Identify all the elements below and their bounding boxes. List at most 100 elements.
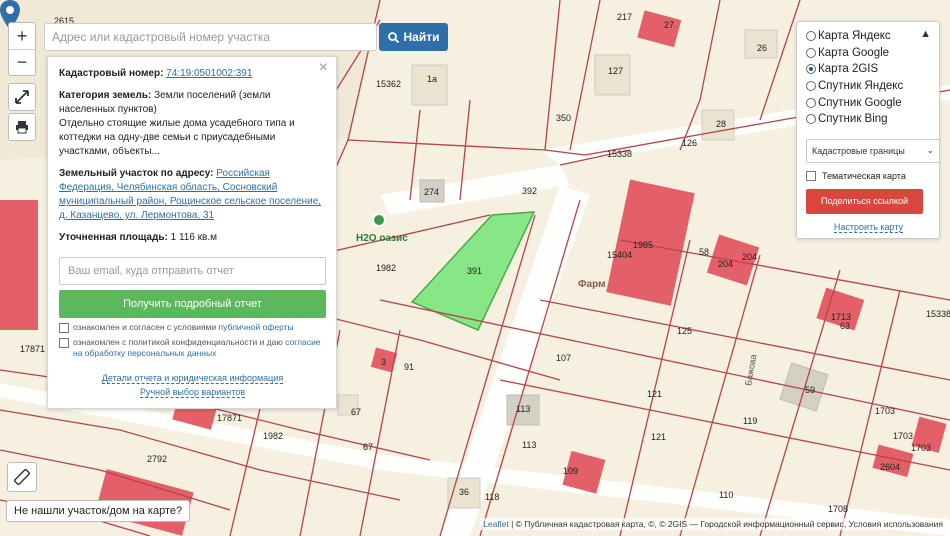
- layer-option-bing-satellite[interactable]: Спутник Bing: [806, 111, 931, 128]
- zoom-out-button[interactable]: −: [9, 49, 35, 75]
- map-label: 59: [805, 385, 816, 395]
- report-details-link[interactable]: Детали отчета и юридическая информация: [101, 373, 284, 384]
- poi-label[interactable]: H2O оазис: [356, 233, 408, 244]
- cadastral-number-link[interactable]: 74:19:0501002:391: [166, 68, 252, 79]
- map-label: 391: [467, 266, 483, 276]
- radio-yandex-satellite[interactable]: [806, 81, 816, 92]
- map-label: 58: [699, 247, 710, 257]
- leaflet-link[interactable]: Leaflet: [483, 519, 509, 529]
- search-button[interactable]: Найти: [379, 23, 448, 51]
- fullscreen-button[interactable]: [8, 83, 36, 111]
- map-label: 27: [664, 20, 675, 30]
- map-label: 1а: [427, 74, 438, 84]
- map-label: 126: [682, 138, 698, 148]
- offer-checkbox[interactable]: [59, 323, 69, 333]
- not-found-button[interactable]: Не нашли участок/дом на карте?: [6, 500, 191, 522]
- map-label: 91: [404, 362, 415, 372]
- map-label: 113: [516, 404, 531, 414]
- poi-icon[interactable]: [372, 213, 386, 227]
- ruler-button[interactable]: [7, 462, 37, 492]
- layer-option-2gis-map[interactable]: Карта 2GIS: [806, 61, 931, 78]
- land-category-row: Категория земель: Земли поселений (земли…: [59, 89, 326, 159]
- map-label: 110: [719, 490, 734, 500]
- map-label: 15404: [607, 250, 633, 260]
- zoom-control: + −: [8, 22, 36, 76]
- map-label: 67: [363, 442, 374, 452]
- search-input[interactable]: [44, 23, 377, 51]
- map-label: 2604: [880, 462, 901, 472]
- map-label: 1708: [828, 504, 849, 514]
- layer-label: Карта Яндекс: [818, 30, 891, 43]
- map-label: 127: [608, 66, 624, 76]
- map-label: 113: [522, 440, 537, 450]
- thematic-checkbox[interactable]: [806, 170, 816, 181]
- map-label: 392: [522, 186, 538, 196]
- layer-label: Спутник Bing: [818, 113, 888, 126]
- offer-link[interactable]: публичной оферты: [219, 322, 294, 332]
- layer-option-yandex-satellite[interactable]: Спутник Яндекс: [806, 78, 931, 95]
- ruler-icon: [14, 469, 30, 485]
- configure-map-link[interactable]: Настроить карту: [833, 221, 904, 233]
- share-link-button[interactable]: Поделиться ссылкой: [806, 188, 923, 214]
- map-label: 121: [647, 389, 663, 399]
- cadastral-number-row: Кадастровый номер: 74:19:0501002:391: [59, 67, 326, 81]
- get-report-button[interactable]: Получить подробный отчет: [59, 290, 326, 318]
- map-label: 1982: [263, 431, 284, 441]
- map-label: 3: [381, 357, 387, 367]
- map-label: 15338: [607, 149, 633, 159]
- attribution: Leaflet | © Публичная кадастровая карта,…: [480, 518, 946, 530]
- email-field[interactable]: [59, 257, 326, 285]
- search-button-label: Найти: [403, 30, 440, 44]
- map-label: 204: [718, 259, 734, 269]
- thematic-label: Тематическая карта: [822, 170, 906, 181]
- search-icon: [387, 31, 399, 43]
- offer-agreement: ознакомлен и согласен с условиями публич…: [59, 322, 326, 333]
- thematic-map-toggle[interactable]: Тематическая карта: [806, 170, 931, 181]
- area-row: Уточненная площадь: 1 116 кв.м: [59, 231, 326, 245]
- map-label: 274: [424, 187, 440, 197]
- layer-label: Спутник Яндекс: [818, 80, 904, 93]
- pharmacy-label[interactable]: Фарм: [578, 279, 605, 290]
- privacy-checkbox[interactable]: [59, 338, 69, 348]
- layer-option-google-satellite[interactable]: Спутник Google: [806, 94, 931, 111]
- map-label: 107: [556, 353, 572, 363]
- layer-label: Карта 2GIS: [818, 63, 879, 76]
- layer-option-yandex-map[interactable]: Карта Яндекс: [806, 28, 931, 45]
- map-label: 119: [743, 416, 758, 426]
- close-icon[interactable]: ×: [319, 60, 328, 76]
- cadastral-label: Кадастровый номер:: [59, 68, 164, 79]
- map-label: 15362: [376, 79, 402, 89]
- map-label: 26: [757, 43, 768, 53]
- radio-google-map[interactable]: [806, 47, 816, 58]
- radio-bing-satellite[interactable]: [806, 114, 816, 125]
- radio-yandex-map[interactable]: [806, 31, 816, 42]
- map-label: 63: [840, 321, 851, 331]
- privacy-text: ознакомлен с политикой конфиденциальност…: [73, 337, 286, 347]
- chevron-up-icon[interactable]: ▲: [920, 28, 931, 40]
- radio-google-satellite[interactable]: [806, 97, 816, 108]
- print-button[interactable]: [8, 113, 36, 141]
- zoom-in-button[interactable]: +: [9, 23, 35, 49]
- map-label: 17871: [217, 413, 243, 423]
- radio-2gis-map[interactable]: [806, 64, 816, 75]
- overlay-select[interactable]: Кадастровые границы ⌄: [806, 138, 940, 163]
- usage-text: Отдельно стоящие жилые дома усадебного т…: [59, 118, 295, 157]
- map-label: 121: [651, 432, 667, 442]
- map-label: 350: [556, 113, 572, 123]
- map-label: 1985: [633, 240, 654, 250]
- map-label: 15338: [926, 309, 950, 319]
- layer-option-google-map[interactable]: Карта Google: [806, 45, 931, 62]
- chevron-down-icon: ⌄: [926, 145, 934, 156]
- map-label: 125: [677, 326, 693, 336]
- map-label: 17871: [20, 344, 46, 354]
- map-label: 1703: [911, 443, 932, 453]
- fullscreen-icon: [9, 84, 35, 110]
- category-label: Категория земель:: [59, 90, 152, 101]
- manual-selection-link[interactable]: Ручной выбор вариантов: [139, 387, 246, 398]
- map-label: 36: [459, 487, 470, 497]
- layer-label: Карта Google: [818, 46, 890, 59]
- address-label: Земельный участок по адресу:: [59, 168, 214, 179]
- parcel-info-panel: × Кадастровый номер: 74:19:0501002:391 К…: [47, 56, 337, 409]
- attribution-text: | © Публичная кадастровая карта, ©, © 2G…: [508, 519, 943, 529]
- print-icon: [9, 114, 35, 140]
